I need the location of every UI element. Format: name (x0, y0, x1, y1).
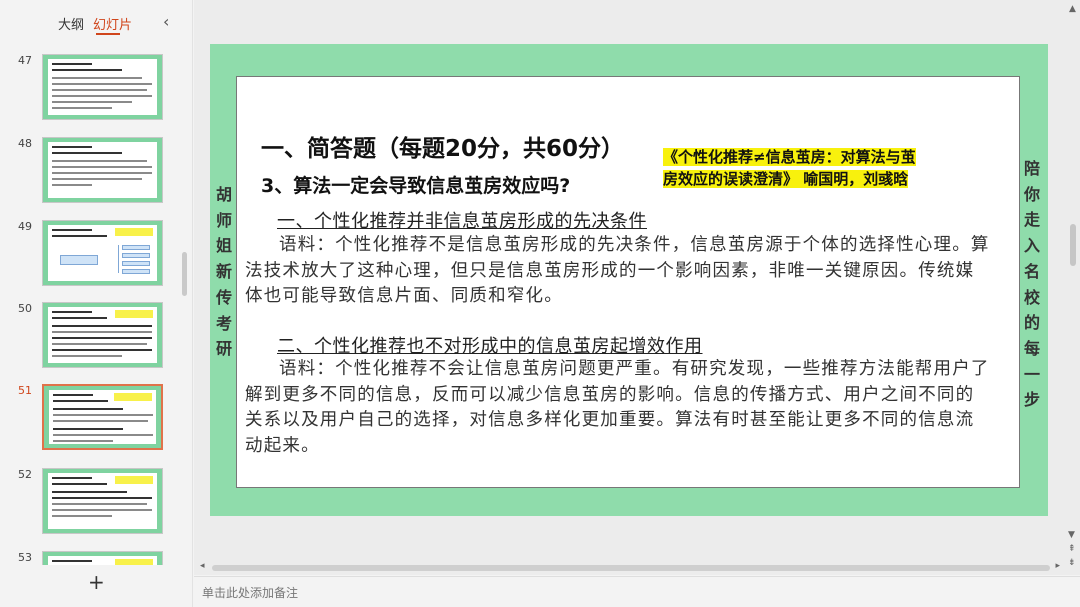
slide-thumbnail[interactable] (42, 220, 163, 286)
slide-title[interactable]: 一、简答题（每题20分，共60分） (261, 129, 624, 163)
slide-thumbnail[interactable] (42, 302, 163, 368)
thumbnail-row-48[interactable]: 48 (0, 137, 180, 207)
notes-placeholder[interactable]: 单击此处添加备注 (202, 584, 298, 601)
section-heading-2[interactable]: 二、个性化推荐也不对形成中的信息茧房起增效作用 (277, 332, 703, 358)
section-heading-1[interactable]: 一、个性化推荐并非信息茧房形成的先决条件 (277, 207, 647, 233)
scroll-right-icon[interactable]: ▸ (1055, 561, 1060, 571)
thumbnail-row-47[interactable]: 47 (0, 54, 180, 124)
next-slide-icon[interactable]: ⇟ (1068, 558, 1076, 568)
section-paragraph-1[interactable]: 语料：个性化推荐不是信息茧房形成的先决条件，信息茧房源于个体的选择性心理。算法技… (245, 233, 990, 310)
prev-slide-icon[interactable]: ⇞ (1068, 544, 1076, 554)
notes-pane[interactable]: 单击此处添加备注 (194, 576, 1080, 607)
tab-slides[interactable]: 幻灯片 (93, 14, 132, 33)
thumbnail-row-53[interactable]: 53 (0, 551, 180, 565)
panel-scrollbar[interactable] (182, 252, 187, 296)
horizontal-scroll-thumb[interactable] (212, 565, 1050, 571)
chevron-left-icon[interactable]: ‹ (163, 12, 169, 31)
thumbnail-row-52[interactable]: 52 (0, 468, 180, 538)
tab-active-indicator (96, 33, 120, 35)
thumbnail-number: 49 (18, 220, 32, 233)
current-slide[interactable]: 胡师姐新传考研 陪你走入名校的每一步 一、简答题（每题20分，共60分） 3、算… (210, 44, 1048, 516)
scroll-down-icon[interactable]: ▼ (1068, 530, 1075, 540)
thumbnail-number: 53 (18, 551, 32, 564)
thumbnail-number: 51 (18, 384, 32, 397)
vertical-scroll-thumb[interactable] (1070, 224, 1076, 266)
slide-thumbnail[interactable] (42, 137, 163, 203)
thumbnail-number: 52 (18, 468, 32, 481)
thumbnail-number: 48 (18, 137, 32, 150)
slide-question[interactable]: 3、算法一定会导致信息茧房效应吗? (261, 171, 570, 198)
slide-thumbnail[interactable] (42, 468, 163, 534)
side-text-left: 胡师姐新传考研 (215, 185, 232, 359)
section-paragraph-2[interactable]: 语料：个性化推荐不会让信息茧房问题更严重。有研究发现，一些推荐方法能帮用户了解到… (245, 357, 990, 459)
slide-thumbnail[interactable] (42, 551, 163, 565)
slide-thumbnail[interactable] (42, 54, 163, 120)
scroll-up-icon[interactable]: ▲ (1069, 4, 1076, 14)
reference-note[interactable]: 《个性化推荐≠信息茧房：对算法与茧 房效应的误读澄清》 喻国明，刘彧晗 (663, 146, 957, 190)
horizontal-scrollbar[interactable]: ◂ ▸ (200, 561, 1060, 573)
slide-editor: 胡师姐新传考研 陪你走入名校的每一步 一、简答题（每题20分，共60分） 3、算… (194, 0, 1080, 575)
vertical-scrollbar[interactable]: ▲ ▼ ⇞ ⇟ (1066, 0, 1080, 575)
scroll-left-icon[interactable]: ◂ (200, 561, 205, 571)
add-slide-button[interactable]: + (88, 570, 105, 594)
thumbnail-row-50[interactable]: 50 (0, 302, 180, 372)
slide-panel: 大纲 幻灯片 ‹ 47 48 49 50 51 52 53 + (0, 0, 193, 607)
tab-outline[interactable]: 大纲 (58, 14, 84, 33)
thumbnail-number: 47 (18, 54, 32, 67)
panel-tabs: 大纲 幻灯片 ‹ (0, 0, 193, 40)
side-text-right: 陪你走入名校的每一步 (1023, 159, 1040, 410)
thumbnail-number: 50 (18, 302, 32, 315)
slide-content-box: 一、简答题（每题20分，共60分） 3、算法一定会导致信息茧房效应吗? 《个性化… (236, 76, 1020, 488)
thumbnail-row-49[interactable]: 49 (0, 220, 180, 290)
thumbnail-row-51[interactable]: 51 (0, 384, 180, 454)
slide-thumbnail-active[interactable] (42, 384, 163, 450)
